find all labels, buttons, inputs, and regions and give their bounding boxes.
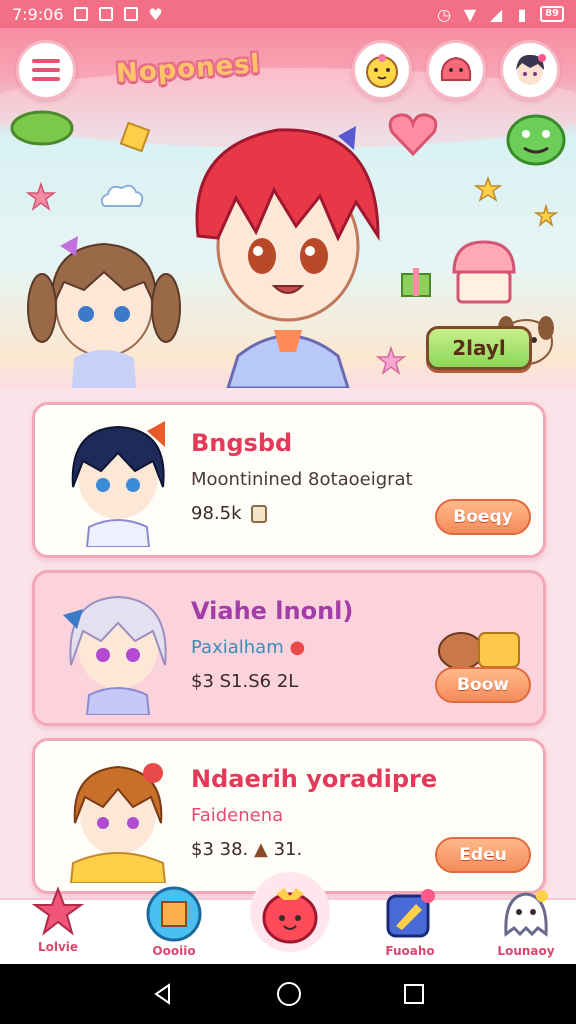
play-button[interactable]: 2layl	[426, 326, 532, 370]
card-subtitle: Faidenena	[191, 805, 284, 826]
back-icon[interactable]	[151, 982, 175, 1006]
strawberry-icon: ●	[289, 637, 306, 658]
girl-character-image	[27, 236, 181, 388]
star-icon	[474, 176, 502, 202]
nav-item-lolvie[interactable]: Lolvie	[18, 886, 98, 966]
home-icon[interactable]	[276, 981, 302, 1007]
blob-icon	[440, 56, 472, 81]
chick-icon	[366, 54, 398, 88]
paint-icon	[386, 889, 435, 938]
alarm-icon: ◷	[437, 4, 452, 24]
card-action-button[interactable]: Boeqy	[435, 499, 531, 535]
card-action-button[interactable]: Boow	[435, 667, 531, 703]
heart-icon: ♥	[148, 4, 163, 24]
menu-icon	[32, 59, 60, 63]
cloud-icon	[100, 184, 144, 207]
star-icon	[26, 182, 56, 211]
character-thumbnail	[71, 421, 165, 547]
card-price: $3 38. ▲ 31.	[191, 839, 303, 860]
star-icon	[32, 886, 84, 936]
card-price: $3 S1.S6 2L	[191, 671, 299, 692]
box-icon	[146, 886, 202, 942]
list-item[interactable]: Ndaerih yoradipre Faidenena $3 38. ▲ 31.…	[32, 738, 546, 894]
avatar-chick[interactable]	[352, 40, 412, 100]
leaf-icon	[10, 110, 74, 146]
battery-icon: 89	[540, 6, 564, 22]
card-title: Ndaerih yoradipre	[191, 765, 438, 793]
list-item[interactable]: Bngsbd Moontinined 8otaoeigrat 98.5k Boe…	[32, 402, 546, 558]
recents-icon[interactable]	[403, 983, 425, 1005]
system-navigation-bar	[0, 964, 576, 1024]
card-title: Viahe lnonl)	[191, 597, 354, 625]
card-action-button[interactable]: Edeu	[435, 837, 531, 873]
card-subtitle: Paxialham ●	[191, 637, 306, 658]
menu-button[interactable]	[16, 40, 76, 100]
signal-icon: ▮	[517, 4, 527, 24]
nav-item-lounaoy[interactable]: Lounaoy	[486, 886, 566, 966]
signal-icon: ◢	[489, 4, 503, 24]
card-subtitle: Moontinined 8otaoeigrat	[191, 469, 413, 490]
avatar-girl[interactable]	[500, 40, 560, 100]
nav-item-fuoaho[interactable]: Fuoaho	[370, 886, 450, 966]
hero-banner: Noponesl 2layl	[0, 28, 576, 388]
wifi-icon: ▼	[463, 4, 477, 24]
cupcake-icon	[452, 240, 516, 304]
jar-icon	[251, 505, 268, 523]
mail-icon	[123, 6, 139, 22]
gift-icon	[401, 268, 431, 297]
bottom-navigation: Lolvie Oooiio Fuoaho Lounaoy	[0, 872, 576, 964]
acorn-icon: ▲	[254, 839, 268, 860]
avatar-blob[interactable]	[426, 40, 486, 100]
main-character-image	[195, 126, 380, 388]
card-price: 98.5k	[191, 503, 268, 524]
strawberry-icon	[262, 888, 318, 944]
character-avatar-icon	[516, 54, 546, 85]
monster-icon	[506, 114, 566, 166]
character-thumbnail	[63, 595, 167, 715]
status-bar: 7:9:06 ♥ ◷ ▼ ◢ ▮ 89	[0, 0, 576, 28]
card-title: Bngsbd	[191, 429, 293, 457]
nav-item-home[interactable]	[250, 872, 330, 952]
ghost-icon	[504, 890, 548, 937]
notification-icon	[73, 6, 89, 22]
nav-item-oooiio[interactable]: Oooiio	[134, 886, 214, 966]
status-time: 7:9:06	[12, 4, 64, 24]
character-thumbnail	[69, 763, 167, 883]
list-item[interactable]: Viahe lnonl) Paxialham ● $3 S1.S6 2L Boo…	[32, 570, 546, 726]
candy-icon	[119, 121, 151, 153]
star-icon	[534, 204, 558, 228]
notification-icon	[98, 6, 114, 22]
